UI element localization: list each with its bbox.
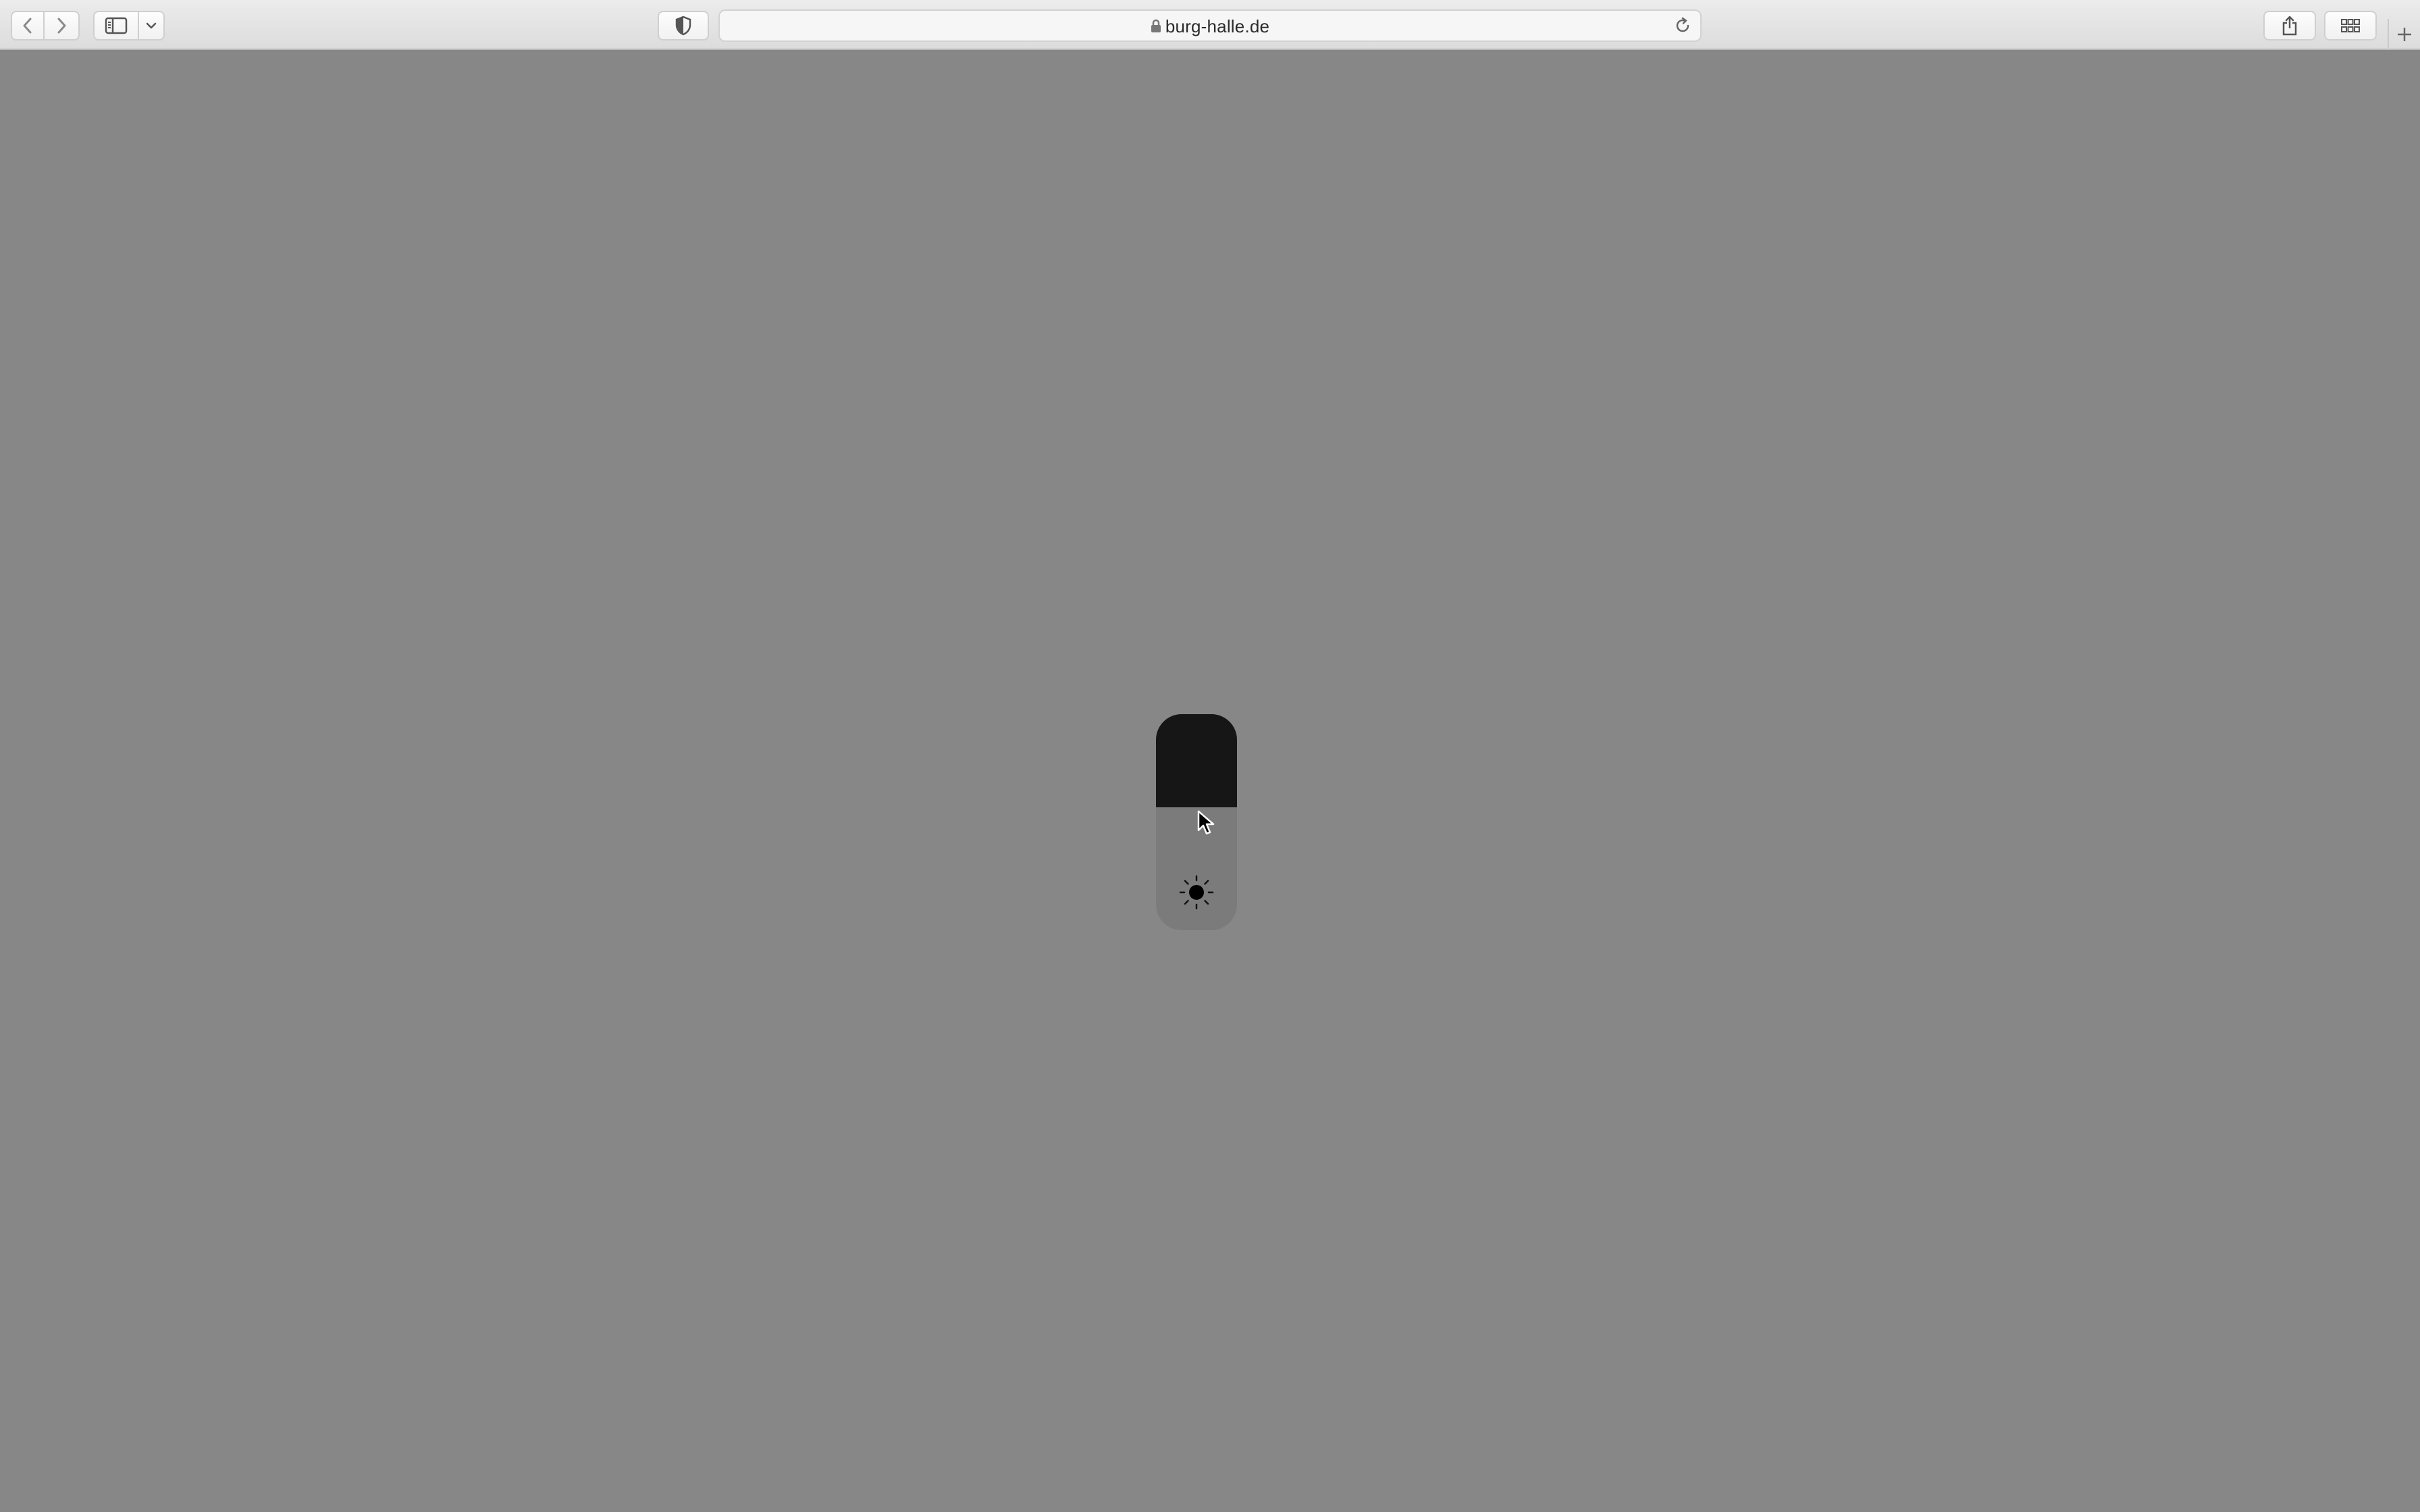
share-button[interactable] [2263, 11, 2316, 40]
address-text: burg-halle.de [1165, 16, 1270, 36]
tab-overview-button[interactable] [2324, 11, 2377, 40]
brightness-slider-fill [1156, 714, 1237, 807]
chevron-left-icon [23, 18, 32, 34]
reload-icon[interactable] [1672, 15, 1693, 36]
share-icon [2282, 16, 2297, 36]
mouse-cursor-icon [1197, 810, 1215, 835]
forward-button[interactable] [45, 11, 80, 40]
plus-icon [2398, 28, 2411, 41]
lock-icon [1151, 19, 1161, 32]
sun-icon [1179, 875, 1214, 910]
address-bar[interactable]: burg-halle.de [718, 9, 1702, 42]
privacy-report-button[interactable] [658, 11, 709, 40]
shield-icon [675, 16, 691, 36]
back-button[interactable] [11, 11, 45, 40]
sidebar-button[interactable] [93, 11, 139, 40]
chevron-down-icon [146, 22, 157, 29]
sidebar-menu-button[interactable] [139, 11, 165, 40]
sidebar-icon [105, 17, 128, 34]
address-display: burg-halle.de [720, 16, 1700, 37]
chevron-right-icon [57, 18, 66, 34]
tab-overview-icon [2341, 19, 2360, 32]
new-tab-button[interactable] [2388, 19, 2420, 50]
browser-toolbar: burg-halle.de [0, 0, 2420, 50]
